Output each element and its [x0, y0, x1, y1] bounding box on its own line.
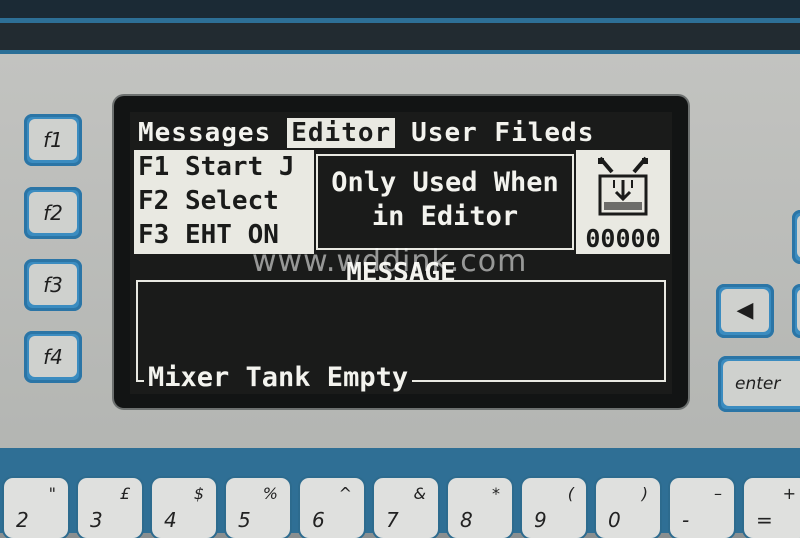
number-key-shift-label: %: [262, 484, 278, 503]
watermark: www.wddink.com: [252, 244, 528, 279]
message-text: Mixer Tank Empty: [144, 362, 413, 393]
number-key-label: 3: [90, 508, 103, 532]
enter-key-label: enter: [723, 361, 800, 406]
function-key-list: F1 Start J F2 Select F3 EHT ON: [134, 150, 314, 254]
f2-key-label: f2: [29, 192, 77, 233]
print-counter: 00000: [585, 224, 661, 253]
popup-line-2: in Editor: [371, 201, 519, 232]
f1-key[interactable]: f1: [24, 114, 82, 166]
number-key-9[interactable]: – -: [670, 478, 734, 538]
menu-messages[interactable]: Messages: [134, 118, 275, 148]
number-key-shift-label: ): [641, 484, 648, 503]
number-key-7[interactable]: (9: [522, 478, 586, 538]
right-side-key[interactable]: [792, 284, 800, 338]
device-top-strip: [0, 0, 800, 60]
number-key-5[interactable]: & 7: [374, 478, 438, 538]
left-arrow-key[interactable]: ◀: [716, 284, 774, 338]
ink-tank-icon: [598, 156, 648, 216]
number-key-1[interactable]: £3: [78, 478, 142, 538]
left-arrow-icon: ◀: [721, 289, 769, 332]
f1-key-label: f1: [29, 119, 77, 160]
number-key-label: 5: [238, 508, 251, 532]
number-key-4[interactable]: ^ 6: [300, 478, 364, 538]
number-key-shift-label: –: [714, 484, 722, 503]
number-key-6[interactable]: * 8: [448, 478, 512, 538]
number-key-shift-label: +: [782, 484, 796, 503]
status-box: 00000: [576, 150, 670, 254]
number-key-label: 4: [164, 508, 177, 532]
menu-editor[interactable]: Editor: [287, 118, 396, 148]
up-side-key[interactable]: [792, 210, 800, 264]
number-key-label: 9: [534, 508, 547, 532]
top-menu: Messages Editor User Fileds: [134, 118, 610, 148]
number-key-label: 2: [16, 508, 29, 532]
number-key-label: -: [682, 508, 690, 532]
number-key-2[interactable]: $4: [152, 478, 216, 538]
menu-user-fileds[interactable]: User Fileds: [407, 118, 598, 148]
number-key-shift-label: (: [567, 484, 574, 503]
number-key-shift-label: $: [193, 484, 204, 503]
number-key-label: 6: [312, 508, 325, 532]
f4-key[interactable]: f4: [24, 331, 82, 383]
number-key-label: 7: [386, 508, 399, 532]
number-key-10[interactable]: + =: [744, 478, 800, 538]
f2-key[interactable]: f2: [24, 187, 82, 239]
number-key-8[interactable]: ) 0: [596, 478, 660, 538]
number-key-shift-label: £: [119, 484, 130, 503]
enter-key[interactable]: enter: [718, 356, 800, 412]
number-key-label: =: [756, 508, 773, 532]
number-key-shift-label: *: [492, 484, 500, 503]
number-key-shift-label: ^: [338, 484, 352, 503]
editor-popup: Only Used When in Editor: [316, 154, 574, 250]
number-key-label: 0: [608, 508, 621, 532]
number-key-label: 8: [460, 508, 473, 532]
fkey-item-select: F2 Select: [138, 186, 279, 216]
f4-key-label: f4: [29, 336, 77, 377]
number-key-3[interactable]: % 5: [226, 478, 290, 538]
number-key-0[interactable]: " 2: [4, 478, 68, 538]
popup-line-1: Only Used When: [331, 167, 559, 198]
fkey-item-start: F1 Start J: [138, 152, 295, 182]
number-key-shift-label: &: [413, 484, 426, 503]
number-key-shift-label: ": [48, 484, 56, 503]
f3-key-label: f3: [29, 264, 77, 305]
f3-key[interactable]: f3: [24, 259, 82, 311]
